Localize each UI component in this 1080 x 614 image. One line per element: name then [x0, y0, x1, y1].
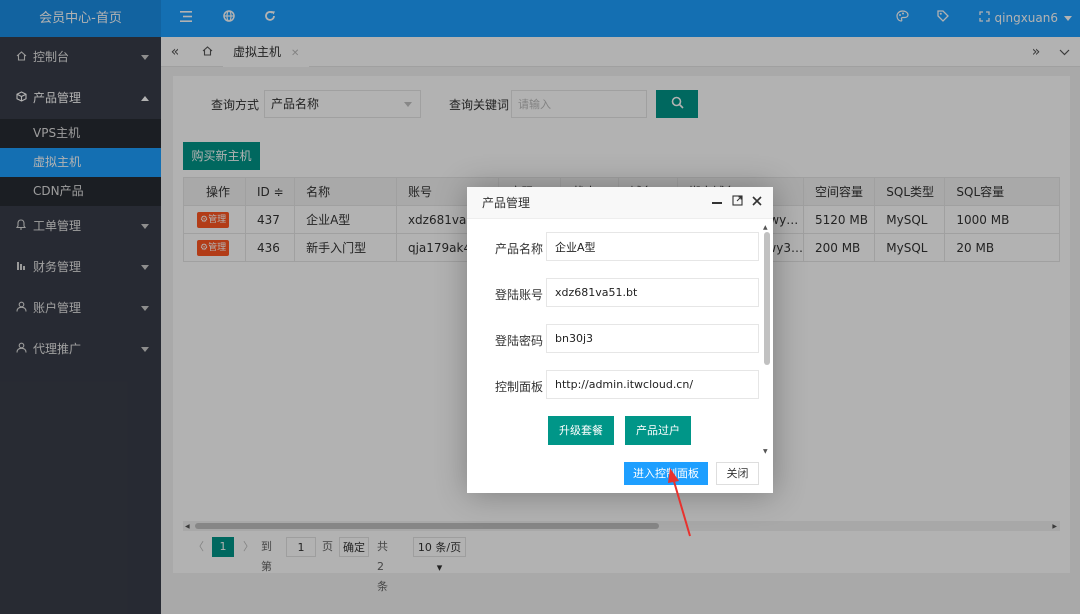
annotation-arrow — [668, 468, 691, 537]
